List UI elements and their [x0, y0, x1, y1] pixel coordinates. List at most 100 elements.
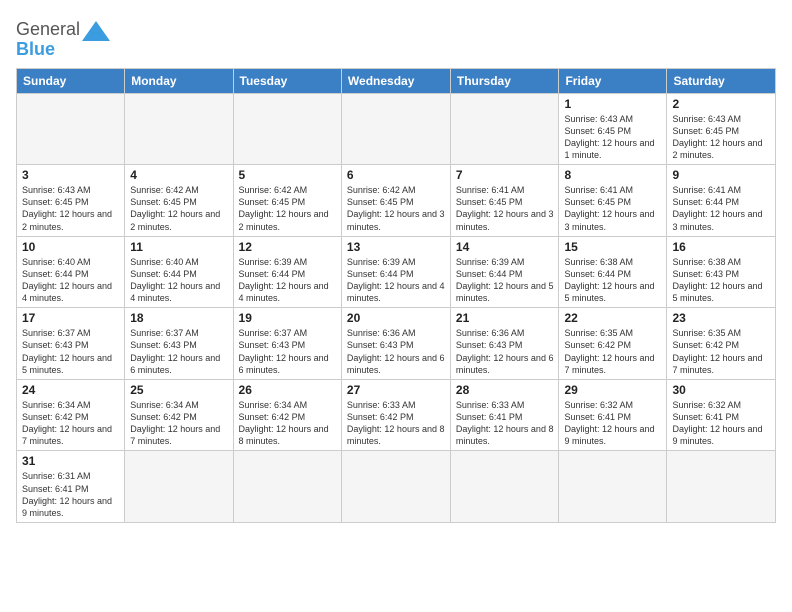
calendar-cell: 18 Sunrise: 6:37 AM Sunset: 6:43 PM Dayli…	[125, 308, 233, 380]
day-number: 11	[130, 240, 227, 254]
day-info: Sunrise: 6:33 AM Sunset: 6:42 PM Dayligh…	[347, 399, 445, 448]
calendar-cell: 19 Sunrise: 6:37 AM Sunset: 6:43 PM Dayli…	[233, 308, 341, 380]
calendar-cell: 22 Sunrise: 6:35 AM Sunset: 6:42 PM Dayli…	[559, 308, 667, 380]
calendar-cell: 13 Sunrise: 6:39 AM Sunset: 6:44 PM Dayli…	[341, 236, 450, 308]
day-info: Sunrise: 6:35 AM Sunset: 6:42 PM Dayligh…	[672, 327, 770, 376]
day-info: Sunrise: 6:38 AM Sunset: 6:44 PM Dayligh…	[564, 256, 661, 305]
header: General Blue	[16, 16, 776, 60]
day-info: Sunrise: 6:32 AM Sunset: 6:41 PM Dayligh…	[672, 399, 770, 448]
logo-blue-text: Blue	[16, 40, 80, 60]
calendar-cell	[667, 451, 776, 523]
day-info: Sunrise: 6:40 AM Sunset: 6:44 PM Dayligh…	[130, 256, 227, 305]
calendar-cell	[450, 93, 559, 165]
day-number: 20	[347, 311, 445, 325]
day-info: Sunrise: 6:43 AM Sunset: 6:45 PM Dayligh…	[564, 113, 661, 162]
day-info: Sunrise: 6:42 AM Sunset: 6:45 PM Dayligh…	[347, 184, 445, 233]
calendar-cell	[341, 93, 450, 165]
day-info: Sunrise: 6:42 AM Sunset: 6:45 PM Dayligh…	[239, 184, 336, 233]
calendar-cell: 5Sunrise: 6:42 AM Sunset: 6:45 PM Daylig…	[233, 165, 341, 237]
calendar-cell: 29 Sunrise: 6:32 AM Sunset: 6:41 PM Dayli…	[559, 379, 667, 451]
day-info: Sunrise: 6:41 AM Sunset: 6:44 PM Dayligh…	[672, 184, 770, 233]
calendar-cell: 24Sunrise: 6:34 AM Sunset: 6:42 PM Dayli…	[17, 379, 125, 451]
calendar-cell: 3 Sunrise: 6:43 AM Sunset: 6:45 PM Daylig…	[17, 165, 125, 237]
week-row-6: 31 Sunrise: 6:31 AM Sunset: 6:41 PM Dayli…	[17, 451, 776, 523]
calendar-cell: 17Sunrise: 6:37 AM Sunset: 6:43 PM Dayli…	[17, 308, 125, 380]
calendar-cell: 28Sunrise: 6:33 AM Sunset: 6:41 PM Dayli…	[450, 379, 559, 451]
day-info: Sunrise: 6:34 AM Sunset: 6:42 PM Dayligh…	[130, 399, 227, 448]
day-info: Sunrise: 6:35 AM Sunset: 6:42 PM Dayligh…	[564, 327, 661, 376]
weekday-header-wednesday: Wednesday	[341, 68, 450, 93]
weekday-header-thursday: Thursday	[450, 68, 559, 93]
day-number: 16	[672, 240, 770, 254]
day-info: Sunrise: 6:33 AM Sunset: 6:41 PM Dayligh…	[456, 399, 554, 448]
calendar-cell: 9 Sunrise: 6:41 AM Sunset: 6:44 PM Daylig…	[667, 165, 776, 237]
day-number: 27	[347, 383, 445, 397]
day-number: 18	[130, 311, 227, 325]
day-number: 21	[456, 311, 554, 325]
day-number: 14	[456, 240, 554, 254]
calendar-cell: 21 Sunrise: 6:36 AM Sunset: 6:43 PM Dayli…	[450, 308, 559, 380]
day-number: 9	[672, 168, 770, 182]
weekday-header-row: SundayMondayTuesdayWednesdayThursdayFrid…	[17, 68, 776, 93]
day-info: Sunrise: 6:40 AM Sunset: 6:44 PM Dayligh…	[22, 256, 119, 305]
day-number: 13	[347, 240, 445, 254]
day-number: 15	[564, 240, 661, 254]
day-number: 10	[22, 240, 119, 254]
day-number: 7	[456, 168, 554, 182]
calendar-cell	[450, 451, 559, 523]
day-info: Sunrise: 6:38 AM Sunset: 6:43 PM Dayligh…	[672, 256, 770, 305]
calendar-cell	[125, 451, 233, 523]
weekday-header-monday: Monday	[125, 68, 233, 93]
week-row-3: 10 Sunrise: 6:40 AM Sunset: 6:44 PM Dayli…	[17, 236, 776, 308]
day-info: Sunrise: 6:42 AM Sunset: 6:45 PM Dayligh…	[130, 184, 227, 233]
calendar-cell: 26Sunrise: 6:34 AM Sunset: 6:42 PM Dayli…	[233, 379, 341, 451]
calendar-cell: 11 Sunrise: 6:40 AM Sunset: 6:44 PM Dayli…	[125, 236, 233, 308]
day-info: Sunrise: 6:39 AM Sunset: 6:44 PM Dayligh…	[456, 256, 554, 305]
calendar-cell: 10 Sunrise: 6:40 AM Sunset: 6:44 PM Dayli…	[17, 236, 125, 308]
day-info: Sunrise: 6:36 AM Sunset: 6:43 PM Dayligh…	[456, 327, 554, 376]
calendar-cell: 30Sunrise: 6:32 AM Sunset: 6:41 PM Dayli…	[667, 379, 776, 451]
calendar-cell: 16 Sunrise: 6:38 AM Sunset: 6:43 PM Dayli…	[667, 236, 776, 308]
calendar-cell: 12Sunrise: 6:39 AM Sunset: 6:44 PM Dayli…	[233, 236, 341, 308]
day-info: Sunrise: 6:32 AM Sunset: 6:41 PM Dayligh…	[564, 399, 661, 448]
calendar-cell: 1 Sunrise: 6:43 AM Sunset: 6:45 PM Daylig…	[559, 93, 667, 165]
calendar: SundayMondayTuesdayWednesdayThursdayFrid…	[16, 68, 776, 523]
calendar-cell: 31 Sunrise: 6:31 AM Sunset: 6:41 PM Dayli…	[17, 451, 125, 523]
day-number: 25	[130, 383, 227, 397]
calendar-cell	[125, 93, 233, 165]
day-number: 23	[672, 311, 770, 325]
logo-general-text: General	[16, 20, 80, 40]
weekday-header-saturday: Saturday	[667, 68, 776, 93]
calendar-cell: 15 Sunrise: 6:38 AM Sunset: 6:44 PM Dayli…	[559, 236, 667, 308]
calendar-cell	[341, 451, 450, 523]
day-info: Sunrise: 6:36 AM Sunset: 6:43 PM Dayligh…	[347, 327, 445, 376]
day-number: 6	[347, 168, 445, 182]
calendar-cell: 8Sunrise: 6:41 AM Sunset: 6:45 PM Daylig…	[559, 165, 667, 237]
day-number: 2	[672, 97, 770, 111]
day-info: Sunrise: 6:43 AM Sunset: 6:45 PM Dayligh…	[22, 184, 119, 233]
calendar-cell: 14 Sunrise: 6:39 AM Sunset: 6:44 PM Dayli…	[450, 236, 559, 308]
day-number: 1	[564, 97, 661, 111]
day-info: Sunrise: 6:39 AM Sunset: 6:44 PM Dayligh…	[347, 256, 445, 305]
day-info: Sunrise: 6:43 AM Sunset: 6:45 PM Dayligh…	[672, 113, 770, 162]
day-info: Sunrise: 6:41 AM Sunset: 6:45 PM Dayligh…	[456, 184, 554, 233]
day-info: Sunrise: 6:37 AM Sunset: 6:43 PM Dayligh…	[239, 327, 336, 376]
week-row-5: 24Sunrise: 6:34 AM Sunset: 6:42 PM Dayli…	[17, 379, 776, 451]
calendar-cell: 2 Sunrise: 6:43 AM Sunset: 6:45 PM Daylig…	[667, 93, 776, 165]
day-number: 3	[22, 168, 119, 182]
day-number: 29	[564, 383, 661, 397]
calendar-cell: 6 Sunrise: 6:42 AM Sunset: 6:45 PM Daylig…	[341, 165, 450, 237]
weekday-header-friday: Friday	[559, 68, 667, 93]
logo: General Blue	[16, 20, 110, 60]
day-info: Sunrise: 6:37 AM Sunset: 6:43 PM Dayligh…	[130, 327, 227, 376]
day-number: 19	[239, 311, 336, 325]
logo-triangle-icon	[82, 21, 110, 49]
day-info: Sunrise: 6:31 AM Sunset: 6:41 PM Dayligh…	[22, 470, 119, 519]
day-info: Sunrise: 6:37 AM Sunset: 6:43 PM Dayligh…	[22, 327, 119, 376]
day-number: 31	[22, 454, 119, 468]
day-number: 22	[564, 311, 661, 325]
weekday-header-tuesday: Tuesday	[233, 68, 341, 93]
day-number: 26	[239, 383, 336, 397]
day-number: 4	[130, 168, 227, 182]
calendar-cell: 7 Sunrise: 6:41 AM Sunset: 6:45 PM Daylig…	[450, 165, 559, 237]
